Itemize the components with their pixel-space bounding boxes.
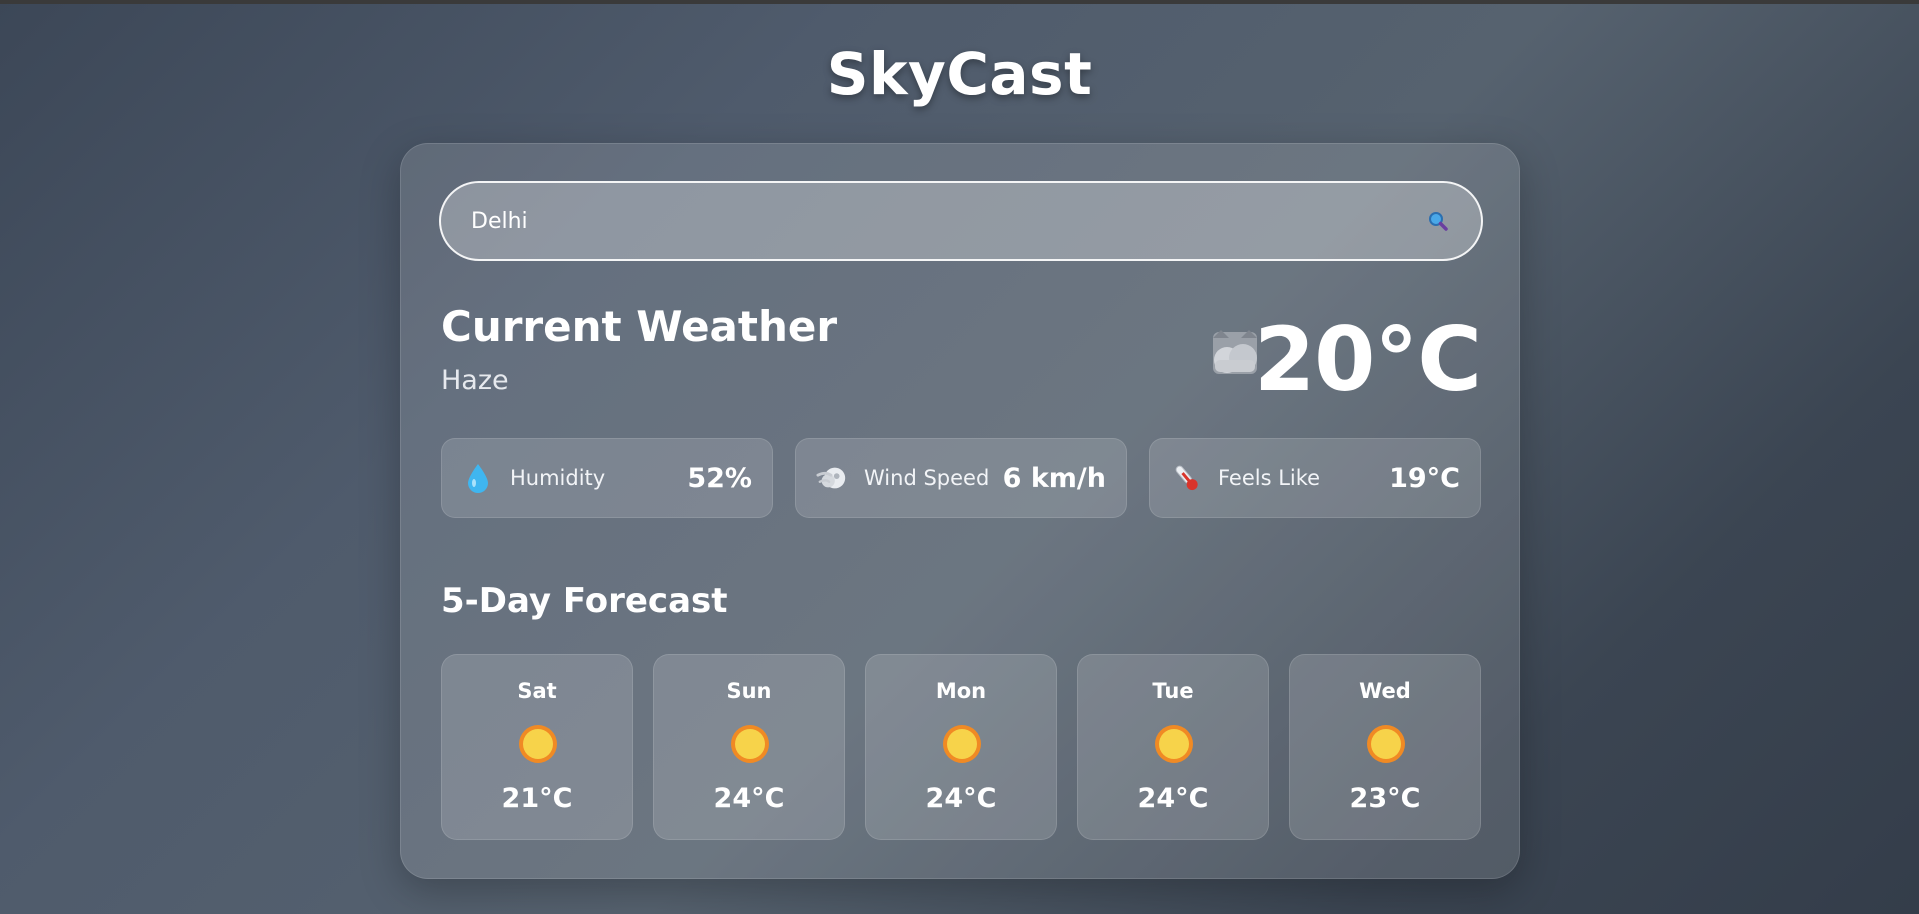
weather-stats: Humidity 52% Wind Speed 6 km/h Feels Lik… xyxy=(441,438,1481,518)
sun-icon xyxy=(729,723,771,765)
stat-feels-like: Feels Like 19°C xyxy=(1149,438,1481,518)
forecast-day-temp: 21°C xyxy=(501,783,573,814)
weather-description: Haze xyxy=(441,365,509,396)
current-temperature: 20°C xyxy=(1253,308,1482,411)
thermometer-icon xyxy=(1170,462,1202,494)
forecast-heading: 5-Day Forecast xyxy=(441,581,728,621)
forecast-day-name: Sat xyxy=(517,679,557,703)
window-top-border xyxy=(0,0,1919,4)
stat-value: 19°C xyxy=(1389,462,1460,494)
forecast-day-name: Mon xyxy=(935,679,987,703)
forecast-day-name: Sun xyxy=(726,679,772,703)
stat-value: 6 km/h xyxy=(1002,462,1106,494)
sun-icon xyxy=(517,723,559,765)
droplet-icon xyxy=(462,462,494,494)
stat-wind-speed: Wind Speed 6 km/h xyxy=(795,438,1127,518)
search-input[interactable] xyxy=(471,208,1425,234)
forecast-day-name: Wed xyxy=(1359,679,1411,703)
forecast-day-temp: 24°C xyxy=(1137,783,1209,814)
forecast-day-temp: 24°C xyxy=(925,783,997,814)
stat-label: Wind Speed xyxy=(864,466,990,490)
sun-icon xyxy=(1153,723,1195,765)
forecast-day-name: Tue xyxy=(1152,679,1194,703)
weather-card: Current Weather Haze 20°C Humidity 52% xyxy=(400,143,1520,879)
stat-label: Humidity xyxy=(510,466,606,490)
stat-humidity: Humidity 52% xyxy=(441,438,773,518)
forecast-day-temp: 24°C xyxy=(713,783,785,814)
forecast-day-card: Sat 21°C xyxy=(441,654,633,840)
search-bar[interactable] xyxy=(439,181,1483,261)
forecast-day-card: Sun 24°C xyxy=(653,654,845,840)
app-title: SkyCast xyxy=(826,40,1093,108)
current-weather-heading: Current Weather xyxy=(441,302,838,351)
haze-icon xyxy=(1211,328,1259,376)
sun-icon xyxy=(941,723,983,765)
forecast-list: Sat 21°C Sun 24°C Mon 24°C Tue 24°C Wed … xyxy=(441,654,1481,840)
forecast-day-temp: 23°C xyxy=(1349,783,1421,814)
stat-value: 52% xyxy=(687,462,752,494)
forecast-day-card: Tue 24°C xyxy=(1077,654,1269,840)
search-icon[interactable] xyxy=(1425,208,1451,234)
wind-icon xyxy=(816,462,848,494)
forecast-day-card: Mon 24°C xyxy=(865,654,1057,840)
forecast-day-card: Wed 23°C xyxy=(1289,654,1481,840)
sun-icon xyxy=(1365,723,1407,765)
stat-label: Feels Like xyxy=(1218,466,1321,490)
